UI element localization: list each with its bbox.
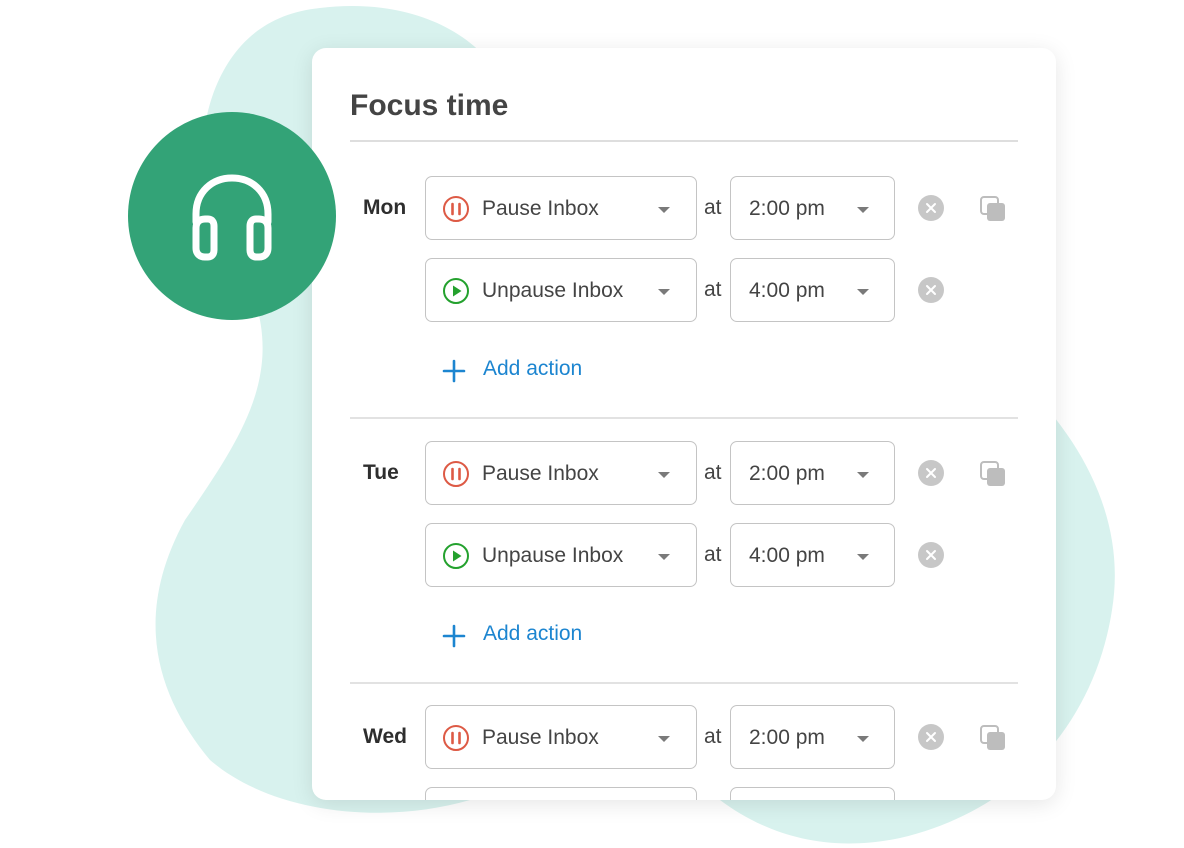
close-icon <box>926 468 936 478</box>
time-select[interactable]: 4:00 pm <box>730 258 895 322</box>
play-circle-icon <box>443 543 469 569</box>
action-row <box>312 787 1056 800</box>
remove-action-button[interactable] <box>918 277 944 303</box>
pause-circle-icon <box>442 195 470 223</box>
action-select[interactable]: Pause Inbox <box>425 705 697 769</box>
play-circle-icon <box>442 542 470 570</box>
play-circle-icon <box>443 278 469 304</box>
play-circle-icon <box>442 277 470 305</box>
chevron-down-icon <box>857 736 869 742</box>
action-row: Pause Inbox at 2:00 pm <box>312 705 1056 769</box>
remove-action-button[interactable] <box>918 195 944 221</box>
action-row: Unpause Inbox at 4:00 pm <box>312 523 1056 587</box>
action-row: Unpause Inbox at 4:00 pm <box>312 258 1056 322</box>
plus-icon <box>442 624 466 648</box>
chevron-down-icon <box>658 554 670 560</box>
action-select-value: Pause Inbox <box>482 197 599 220</box>
action-select[interactable]: Unpause Inbox <box>425 523 697 587</box>
action-select[interactable]: Pause Inbox <box>425 176 697 240</box>
close-icon <box>926 550 936 560</box>
action-row: Pause Inbox at 2:00 pm <box>312 176 1056 240</box>
at-label: at <box>704 725 722 748</box>
pause-circle-icon <box>442 724 470 752</box>
pause-circle-icon <box>442 460 470 488</box>
time-select[interactable]: 4:00 pm <box>730 523 895 587</box>
day-divider <box>350 682 1018 684</box>
time-select[interactable]: 2:00 pm <box>730 705 895 769</box>
add-action-label: Add action <box>483 357 583 380</box>
headphones-icon <box>192 174 272 261</box>
plus-icon <box>442 359 466 383</box>
remove-action-button[interactable] <box>918 460 944 486</box>
chevron-down-icon <box>658 736 670 742</box>
pause-circle-icon <box>443 461 469 487</box>
title-divider <box>350 140 1018 142</box>
action-select[interactable] <box>425 787 697 800</box>
chevron-down-icon <box>857 289 869 295</box>
time-select-value: 2:00 pm <box>749 726 825 749</box>
action-select-value: Pause Inbox <box>482 462 599 485</box>
at-label: at <box>704 278 722 301</box>
chevron-down-icon <box>857 207 869 213</box>
time-select[interactable]: 2:00 pm <box>730 441 895 505</box>
time-select[interactable] <box>730 787 895 800</box>
time-select-value: 2:00 pm <box>749 462 825 485</box>
plus-svg <box>442 359 466 383</box>
day-divider <box>350 417 1018 419</box>
close-icon <box>926 732 936 742</box>
action-select[interactable]: Unpause Inbox <box>425 258 697 322</box>
close-icon <box>926 285 936 295</box>
chevron-down-icon <box>857 554 869 560</box>
copy-day-button[interactable] <box>979 195 1007 223</box>
add-action-label: Add action <box>483 622 583 645</box>
remove-action-button[interactable] <box>918 542 944 568</box>
time-select-value: 2:00 pm <box>749 197 825 220</box>
close-icon <box>926 203 936 213</box>
copy-icon <box>980 725 1005 750</box>
chevron-down-icon <box>658 207 670 213</box>
time-select-value: 4:00 pm <box>749 279 825 302</box>
copy-icon <box>980 461 1005 486</box>
action-select-value: Unpause Inbox <box>482 279 624 302</box>
copy-day-button[interactable] <box>979 460 1007 488</box>
chevron-down-icon <box>658 289 670 295</box>
time-select-value: 4:00 pm <box>749 544 825 567</box>
time-select[interactable]: 2:00 pm <box>730 176 895 240</box>
action-row: Pause Inbox at 2:00 pm <box>312 441 1056 505</box>
chevron-down-icon <box>857 472 869 478</box>
card-title: Focus time <box>350 89 509 122</box>
action-select-value: Unpause Inbox <box>482 544 624 567</box>
at-label: at <box>704 196 722 219</box>
focus-time-card: Focus time Mon Pause Inbox at 2:00 pm Un… <box>312 48 1056 800</box>
at-label: at <box>704 461 722 484</box>
at-label: at <box>704 543 722 566</box>
action-select[interactable]: Pause Inbox <box>425 441 697 505</box>
plus-svg <box>442 624 466 648</box>
pause-circle-icon <box>443 725 469 751</box>
chevron-down-icon <box>658 472 670 478</box>
remove-action-button[interactable] <box>918 724 944 750</box>
pause-circle-icon <box>443 196 469 222</box>
copy-icon <box>980 196 1005 221</box>
copy-day-button[interactable] <box>979 724 1007 752</box>
action-select-value: Pause Inbox <box>482 726 599 749</box>
headphones-badge <box>128 112 336 320</box>
